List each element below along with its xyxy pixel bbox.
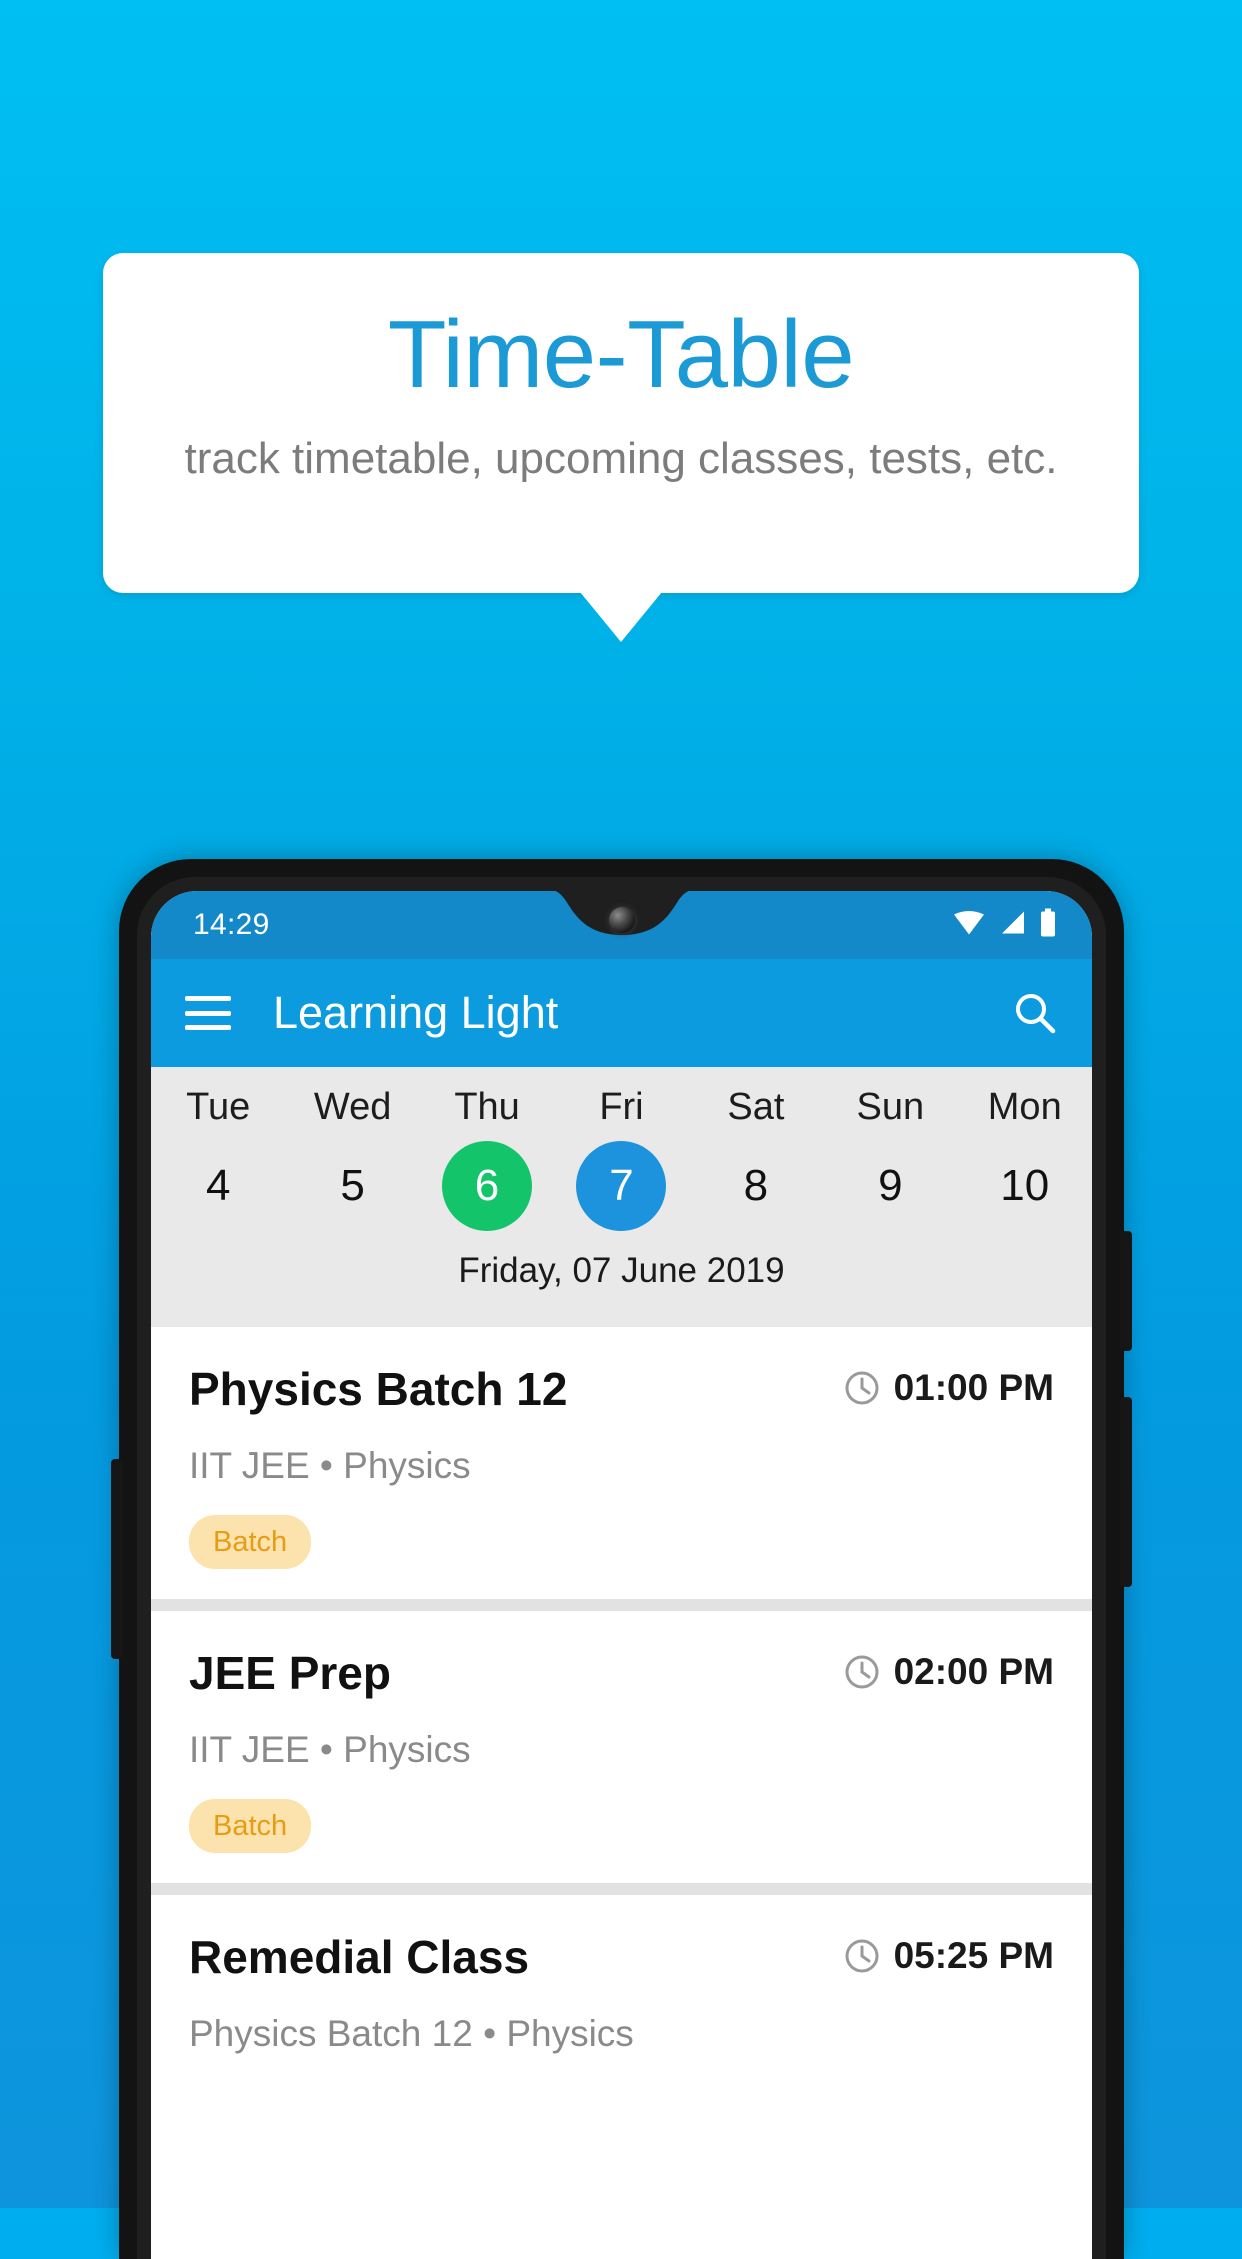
front-camera-icon bbox=[608, 907, 635, 933]
date-number: 9 bbox=[878, 1161, 903, 1210]
clock-icon bbox=[844, 1654, 880, 1690]
date-cell-4[interactable]: 4 bbox=[151, 1141, 285, 1231]
card-subtitle: Physics Batch 12 • Physics bbox=[189, 2013, 634, 2054]
card-time: 05:25 PM bbox=[844, 1929, 1054, 1977]
clock-icon bbox=[844, 1370, 880, 1406]
date-cell-7-selected[interactable]: 7 bbox=[554, 1141, 688, 1231]
day-name: Tue bbox=[186, 1086, 251, 1128]
day-name: Fri bbox=[599, 1086, 644, 1128]
card-subtitle: IIT JEE • Physics bbox=[189, 1445, 471, 1486]
day-cell[interactable]: Wed bbox=[285, 1079, 419, 1135]
day-number-row: 4 5 6 7 8 9 10 bbox=[151, 1141, 1092, 1231]
date-strip: Tue Wed Thu Fri Sat Sun Mon 4 5 6 7 8 9 … bbox=[151, 1067, 1092, 1327]
schedule-card[interactable]: Physics Batch 12 01:00 PM IIT JEE • Phys… bbox=[151, 1327, 1092, 1599]
card-badge-row: Batch bbox=[189, 1799, 1054, 1853]
clock-icon bbox=[844, 1938, 880, 1974]
phone-power-button[interactable] bbox=[1120, 1231, 1132, 1351]
phone-left-button[interactable] bbox=[111, 1459, 123, 1659]
card-badge-row: Batch bbox=[189, 1515, 1054, 1569]
signal-icon bbox=[998, 910, 1026, 941]
date-number: 5 bbox=[340, 1161, 365, 1210]
card-subtitle: IIT JEE • Physics bbox=[189, 1729, 471, 1770]
day-cell[interactable]: Sat bbox=[689, 1079, 823, 1135]
date-number-selected: 7 bbox=[576, 1141, 667, 1231]
schedule-list: Physics Batch 12 01:00 PM IIT JEE • Phys… bbox=[151, 1327, 1092, 2087]
date-number-today: 6 bbox=[442, 1141, 533, 1231]
card-time: 02:00 PM bbox=[844, 1645, 1054, 1693]
day-cell[interactable]: Mon bbox=[958, 1079, 1092, 1135]
card-title: Physics Batch 12 bbox=[189, 1363, 568, 1415]
phone-mockup: 14:29 Learning Light Tue Wed Thu Fri Sat… bbox=[111, 859, 1132, 2259]
card-header: JEE Prep 02:00 PM bbox=[189, 1645, 1054, 1701]
date-number: 10 bbox=[1000, 1161, 1050, 1210]
day-name: Sat bbox=[727, 1086, 785, 1128]
app-bar-title: Learning Light bbox=[273, 987, 559, 1038]
day-cell[interactable]: Fri bbox=[554, 1079, 688, 1135]
card-time: 01:00 PM bbox=[844, 1361, 1054, 1409]
card-time-text: 05:25 PM bbox=[893, 1935, 1054, 1976]
status-badge: Batch bbox=[189, 1515, 312, 1569]
card-time-text: 02:00 PM bbox=[893, 1651, 1054, 1692]
phone-screen: 14:29 Learning Light Tue Wed Thu Fri Sat… bbox=[151, 891, 1092, 2259]
card-title: Remedial Class bbox=[189, 1931, 530, 1983]
day-cell[interactable]: Tue bbox=[151, 1079, 285, 1135]
status-badge: Batch bbox=[189, 1799, 312, 1853]
date-cell-9[interactable]: 9 bbox=[823, 1141, 957, 1231]
schedule-card[interactable]: JEE Prep 02:00 PM IIT JEE • Physics Batc… bbox=[151, 1611, 1092, 1883]
promo-subtitle: track timetable, upcoming classes, tests… bbox=[184, 434, 1058, 483]
hamburger-menu-icon[interactable] bbox=[185, 996, 231, 1030]
selected-date-caption: Friday, 07 June 2019 bbox=[458, 1251, 785, 1290]
wifi-icon bbox=[954, 910, 984, 941]
day-name: Mon bbox=[987, 1086, 1062, 1128]
card-time-text: 01:00 PM bbox=[893, 1367, 1054, 1408]
battery-icon bbox=[1040, 908, 1056, 942]
schedule-card[interactable]: Remedial Class 05:25 PM Physics Batch 12… bbox=[151, 1895, 1092, 2087]
date-cell-10[interactable]: 10 bbox=[958, 1141, 1092, 1231]
card-title: JEE Prep bbox=[189, 1647, 391, 1699]
day-name: Sun bbox=[856, 1086, 925, 1128]
promo-callout-tail bbox=[580, 592, 662, 642]
status-bar-icons bbox=[954, 908, 1056, 942]
status-bar-time: 14:29 bbox=[193, 908, 270, 941]
promo-title: Time-Table bbox=[387, 301, 855, 408]
date-cell-6-today[interactable]: 6 bbox=[420, 1141, 554, 1231]
status-bar: 14:29 bbox=[151, 891, 1092, 959]
date-number: 4 bbox=[205, 1161, 231, 1210]
date-cell-5[interactable]: 5 bbox=[285, 1141, 419, 1231]
phone-volume-button[interactable] bbox=[1120, 1397, 1132, 1587]
day-cell[interactable]: Sun bbox=[823, 1079, 957, 1135]
search-icon[interactable] bbox=[1012, 990, 1058, 1036]
card-header: Remedial Class 05:25 PM bbox=[189, 1929, 1054, 1985]
day-name-row: Tue Wed Thu Fri Sat Sun Mon bbox=[151, 1079, 1092, 1135]
date-number: 8 bbox=[743, 1161, 769, 1210]
app-bar: Learning Light bbox=[151, 959, 1092, 1067]
day-name: Thu bbox=[454, 1086, 520, 1128]
day-cell[interactable]: Thu bbox=[420, 1079, 554, 1135]
promo-callout-card: Time-Table track timetable, upcoming cla… bbox=[103, 253, 1139, 593]
day-name: Wed bbox=[313, 1086, 392, 1128]
card-header: Physics Batch 12 01:00 PM bbox=[189, 1361, 1054, 1417]
date-cell-8[interactable]: 8 bbox=[689, 1141, 823, 1231]
